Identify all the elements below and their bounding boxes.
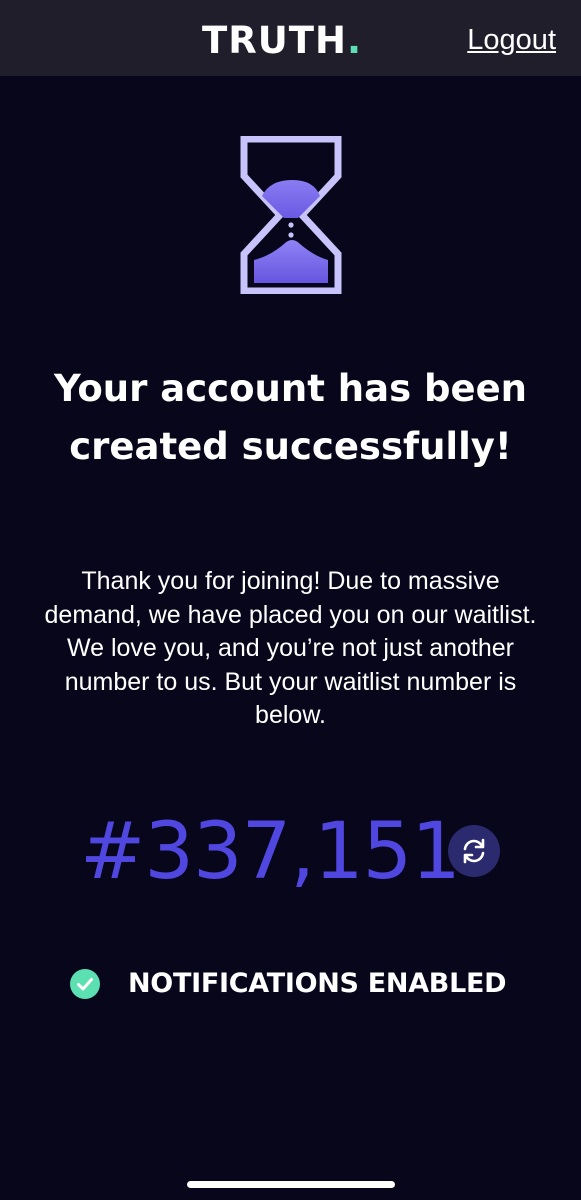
- logo-dot: .: [346, 19, 363, 62]
- hourglass-icon: [240, 135, 342, 295]
- top-bar: TRUTH. Logout: [0, 0, 581, 76]
- truth-logo: TRUTH.: [202, 18, 362, 64]
- refresh-button[interactable]: [448, 825, 500, 877]
- check-circle-icon: [70, 969, 100, 999]
- logout-link[interactable]: Logout: [467, 22, 556, 58]
- logo-text: TRUTH: [202, 19, 347, 62]
- waitlist-message: Thank you for joining! Due to massive de…: [44, 567, 537, 729]
- page-title: Your account has been created successful…: [53, 367, 527, 468]
- waitlist-number: #337,151: [80, 807, 461, 897]
- home-indicator[interactable]: [187, 1181, 395, 1188]
- notifications-status: NOTIFICATIONS ENABLED: [0, 962, 581, 1006]
- notifications-label: NOTIFICATIONS ENABLED: [128, 968, 507, 999]
- waitlist-row: #337,151: [0, 805, 581, 900]
- refresh-icon: [463, 838, 485, 864]
